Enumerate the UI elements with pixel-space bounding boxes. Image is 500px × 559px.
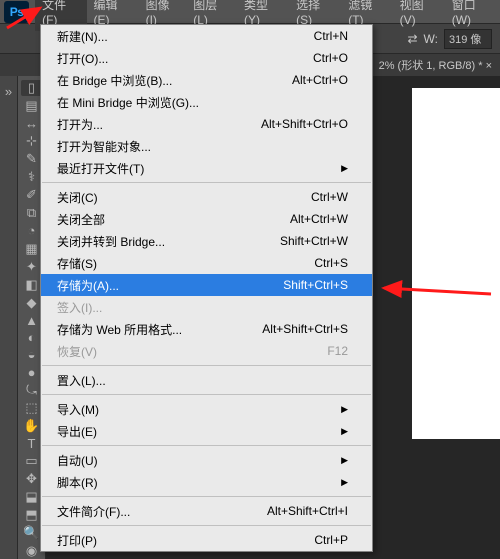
menu-separator	[42, 394, 371, 395]
menu-separator	[42, 445, 371, 446]
menu-shortcut: Ctrl+S	[314, 256, 348, 270]
menu-item-label: 签入(I)...	[57, 299, 348, 316]
menu-item-label: 新建(N)...	[57, 28, 314, 45]
menu-separator	[42, 182, 371, 183]
menu-item-label: 存储为(A)...	[57, 277, 283, 294]
menu-item[interactable]: 在 Bridge 中浏览(B)...Alt+Ctrl+O	[41, 69, 372, 91]
menu-item-label: 关闭并转到 Bridge...	[57, 233, 280, 250]
menu-item: 恢复(V)F12	[41, 340, 372, 362]
expand-icon[interactable]: »	[0, 80, 20, 102]
menu-item-label: 存储(S)	[57, 255, 314, 272]
menu-item[interactable]: 关闭全部Alt+Ctrl+W	[41, 208, 372, 230]
document-tab[interactable]: 2% (形状 1, RGB/8) * ×	[379, 57, 492, 73]
menu-item-save-as[interactable]: 存储为(A)...Shift+Ctrl+S	[41, 274, 372, 296]
menu-item[interactable]: 打开(O)...Ctrl+O	[41, 47, 372, 69]
canvas[interactable]	[412, 88, 500, 439]
menu-shortcut: Shift+Ctrl+S	[283, 278, 348, 292]
menu-shortcut: Ctrl+N	[314, 29, 348, 43]
menu-item[interactable]: 窗口(W)	[445, 0, 500, 31]
menu-item[interactable]: 在 Mini Bridge 中浏览(G)...	[41, 91, 372, 113]
submenu-arrow-icon: ▶	[341, 426, 348, 437]
menu-item[interactable]: 最近打开文件(T)▶	[41, 157, 372, 179]
menu-item-label: 打开为...	[57, 116, 261, 133]
menu-item-label: 存储为 Web 所用格式...	[57, 321, 262, 338]
menu-item-label: 置入(L)...	[57, 372, 348, 389]
menu-item[interactable]: 导入(M)▶	[41, 398, 372, 420]
app-logo: Ps	[4, 1, 29, 23]
menu-item[interactable]: 打开为...Alt+Shift+Ctrl+O	[41, 113, 372, 135]
width-label: W:	[424, 32, 438, 46]
menu-item[interactable]: 新建(N)...Ctrl+N	[41, 25, 372, 47]
menu-item-label: 打开为智能对象...	[57, 138, 348, 155]
menu-item[interactable]: 置入(L)...	[41, 369, 372, 391]
menu-item-label: 导出(E)	[57, 423, 341, 440]
menu-item[interactable]: 自动(U)▶	[41, 449, 372, 471]
link-icon[interactable]: ⇄	[407, 32, 417, 46]
menu-shortcut: Ctrl+W	[311, 190, 348, 204]
menu-item[interactable]: 文件简介(F)...Alt+Shift+Ctrl+I	[41, 500, 372, 522]
submenu-arrow-icon: ▶	[341, 404, 348, 415]
submenu-arrow-icon: ▶	[341, 455, 348, 466]
submenu-arrow-icon: ▶	[341, 163, 348, 174]
menu-shortcut: Shift+Ctrl+W	[280, 234, 348, 248]
menu-item[interactable]: 视图(V)	[393, 0, 445, 31]
menubar-container: Ps 文件(F)编辑(E)图像(I)图层(L)类型(Y)选择(S)滤镜(T)视图…	[0, 0, 500, 24]
menu-separator	[42, 496, 371, 497]
menu-shortcut: Alt+Shift+Ctrl+O	[261, 117, 348, 131]
menu-item-label: 最近打开文件(T)	[57, 160, 341, 177]
menu-item[interactable]: 关闭并转到 Bridge...Shift+Ctrl+W	[41, 230, 372, 252]
menu-shortcut: Ctrl+O	[313, 51, 348, 65]
menu-item-label: 打开(O)...	[57, 50, 313, 67]
menu-separator	[42, 525, 371, 526]
file-menu-dropdown: 新建(N)...Ctrl+N打开(O)...Ctrl+O在 Bridge 中浏览…	[40, 24, 373, 552]
menu-shortcut: F12	[327, 344, 348, 358]
menu-shortcut: Alt+Shift+Ctrl+S	[262, 322, 348, 336]
menu-shortcut: Alt+Shift+Ctrl+I	[267, 504, 348, 518]
menu-item-label: 文件简介(F)...	[57, 503, 267, 520]
menu-item-label: 关闭(C)	[57, 189, 311, 206]
menu-shortcut: Alt+Ctrl+O	[292, 73, 348, 87]
submenu-arrow-icon: ▶	[341, 477, 348, 488]
menu-item-label: 自动(U)	[57, 452, 341, 469]
menu-item-label: 脚本(R)	[57, 474, 341, 491]
menu-item[interactable]: 导出(E)▶	[41, 420, 372, 442]
collapsed-panel[interactable]: »	[0, 76, 18, 559]
menu-item-label: 关闭全部	[57, 211, 290, 228]
menu-separator	[42, 365, 371, 366]
menu-shortcut: Ctrl+P	[314, 533, 348, 547]
menu-item: 签入(I)...	[41, 296, 372, 318]
menu-item[interactable]: 打印(P)Ctrl+P	[41, 529, 372, 551]
menu-item[interactable]: 存储(S)Ctrl+S	[41, 252, 372, 274]
menu-item-label: 导入(M)	[57, 401, 341, 418]
menu-item[interactable]: 脚本(R)▶	[41, 471, 372, 493]
menu-item-label: 打印(P)	[57, 532, 314, 549]
menu-item[interactable]: 存储为 Web 所用格式...Alt+Shift+Ctrl+S	[41, 318, 372, 340]
menu-item[interactable]: 关闭(C)Ctrl+W	[41, 186, 372, 208]
menu-item-label: 在 Mini Bridge 中浏览(G)...	[57, 94, 348, 111]
menu-item-label: 在 Bridge 中浏览(B)...	[57, 72, 292, 89]
menu-item-label: 恢复(V)	[57, 343, 327, 360]
menu-item[interactable]: 打开为智能对象...	[41, 135, 372, 157]
menu-shortcut: Alt+Ctrl+W	[290, 212, 348, 226]
width-input[interactable]: 319 像	[444, 29, 492, 49]
